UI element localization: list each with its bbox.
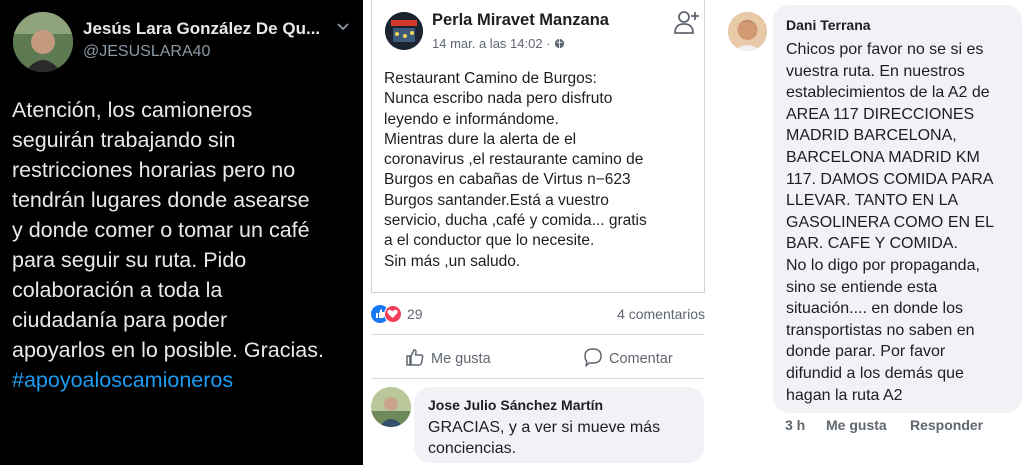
divider	[371, 334, 705, 335]
like-button[interactable]: Me gusta	[405, 347, 491, 371]
post-card: Perla Miravet Manzana 14 mar. a las 14:0…	[371, 0, 705, 293]
comment-line: donde parar. Por favor	[786, 343, 946, 361]
comment-label: Comentar	[609, 351, 673, 367]
facebook-post-panel: Perla Miravet Manzana 14 mar. a las 14:0…	[363, 0, 716, 465]
post-line: servicio, ducha ,café y comida... gratis	[384, 212, 647, 230]
comment-line: AREA 117 DIRECCIONES	[786, 105, 975, 123]
comment-item: Jose Julio Sánchez Martín GRACIAS, y a v…	[371, 385, 711, 465]
post-line: Mientras dure la alerta de el	[384, 130, 577, 148]
reactions-bar[interactable]: 29 4 comentarios	[371, 303, 705, 325]
love-reaction-icon	[384, 305, 402, 323]
tweet-line: Atención, los camioneros	[12, 98, 253, 122]
timestamp-text: 14 mar. a las 14:02 ·	[432, 36, 551, 51]
comment-time[interactable]: 3 h	[785, 417, 805, 433]
comment-text: Chicos por favor no se si es vuestra rut…	[786, 39, 994, 406]
add-friend-icon[interactable]	[674, 9, 700, 35]
comment-line: situación.... en donde los	[786, 300, 964, 318]
post-actions: Me gusta Comentar	[371, 340, 705, 376]
comment-line: establecimientos de la A2 de	[786, 84, 990, 102]
post-line: Sin más ,un saludo.	[384, 252, 521, 270]
comment-line: GASOLINERA COMO EN EL	[786, 213, 995, 231]
avatar[interactable]	[728, 12, 767, 51]
facebook-comment-panel: Dani Terrana Chicos por favor no se si e…	[716, 0, 1024, 465]
post-text: Restaurant Camino de Burgos: Nunca escri…	[384, 69, 702, 272]
globe-icon	[554, 36, 565, 51]
tweet-line: seguirán trabajando sin	[12, 128, 236, 152]
comment-line: difundid a los demás que	[786, 364, 964, 382]
hashtag-link[interactable]: #apoyoaloscamioneros	[12, 365, 357, 395]
post-author-name[interactable]: Perla Miravet Manzana	[432, 11, 609, 30]
comment-button[interactable]: Comentar	[583, 347, 673, 371]
divider	[371, 378, 705, 379]
comment-bubble: Dani Terrana Chicos por favor no se si e…	[773, 5, 1022, 413]
comment-line: BARCELONA MADRID KM	[786, 148, 980, 166]
author-name[interactable]: Jesús Lara González De Qu...	[83, 19, 320, 39]
post-line: Restaurant Camino de Burgos:	[384, 70, 597, 87]
like-label: Me gusta	[431, 351, 491, 367]
reactions-count[interactable]: 29	[407, 306, 423, 322]
avatar[interactable]	[371, 387, 411, 427]
tweet-line: apoyarlos en lo posible. Gracias.	[12, 338, 324, 362]
tweet-line: tendrán lugares donde asearse	[12, 188, 310, 212]
post-line: leyendo e informándome.	[384, 110, 559, 128]
post-line: Nunca escribo nada pero disfruto	[384, 90, 613, 108]
comment-line: vuestra ruta. En nuestros	[786, 62, 965, 80]
comment-line: transportistas no saben en	[786, 321, 975, 339]
comment-author-name[interactable]: Jose Julio Sánchez Martín	[428, 397, 603, 413]
comment-line: BAR. CAFE Y COMIDA.	[786, 235, 958, 253]
comment-line: sino se entiende esta	[786, 278, 938, 296]
post-line: coronavirus ,el restaurante camino de	[384, 151, 644, 169]
avatar[interactable]	[385, 12, 423, 50]
comments-count[interactable]: 4 comentarios	[617, 306, 705, 322]
comment-line: LLEVAR. TANTO EN LA	[786, 192, 959, 210]
tweet-line: y donde comer o tomar un café	[12, 218, 310, 242]
post-line: Burgos en cabañas de Virtus n−623	[384, 171, 631, 189]
comment-line: GRACIAS, y a ver si mueve más	[428, 419, 661, 436]
comment-author-name[interactable]: Dani Terrana	[786, 17, 871, 33]
post-line: Burgos santander.Está a vuestro	[384, 191, 609, 209]
thumbs-up-icon	[405, 347, 431, 371]
comment-line: conciencias.	[428, 440, 517, 457]
tweet-line: para seguir su ruta. Pido	[12, 248, 247, 272]
author-handle[interactable]: @JESUSLARA40	[83, 43, 210, 61]
tweet-text: Atención, los camioneros seguirán trabaj…	[12, 95, 357, 395]
comment-line: Chicos por favor no se si es	[786, 41, 984, 58]
tweet-panel: Jesús Lara González De Qu... @JESUSLARA4…	[0, 0, 363, 465]
comment-bubble-icon	[583, 347, 609, 371]
comment-bubble: Jose Julio Sánchez Martín GRACIAS, y a v…	[414, 387, 704, 463]
tweet-line: colaboración a toda la	[12, 278, 223, 302]
tweet-line: restricciones horarias pero no	[12, 158, 296, 182]
post-timestamp[interactable]: 14 mar. a las 14:02 ·	[432, 36, 565, 51]
post-line: a el conductor que lo necesite.	[384, 232, 595, 250]
comment-line: 117. DAMOS COMIDA PARA	[786, 170, 994, 188]
comment-line: MADRID BARCELONA,	[786, 127, 957, 145]
comment-reply-button[interactable]: Responder	[910, 417, 983, 433]
chevron-down-icon[interactable]	[337, 18, 349, 34]
avatar[interactable]	[13, 12, 73, 72]
comment-text: GRACIAS, y a ver si mueve más conciencia…	[428, 417, 660, 459]
comment-line: No lo digo por propaganda,	[786, 256, 980, 274]
tweet-line: ciudadanía para poder	[12, 308, 228, 332]
comment-line: hagan la ruta A2	[786, 386, 903, 404]
comment-like-button[interactable]: Me gusta	[826, 417, 887, 433]
